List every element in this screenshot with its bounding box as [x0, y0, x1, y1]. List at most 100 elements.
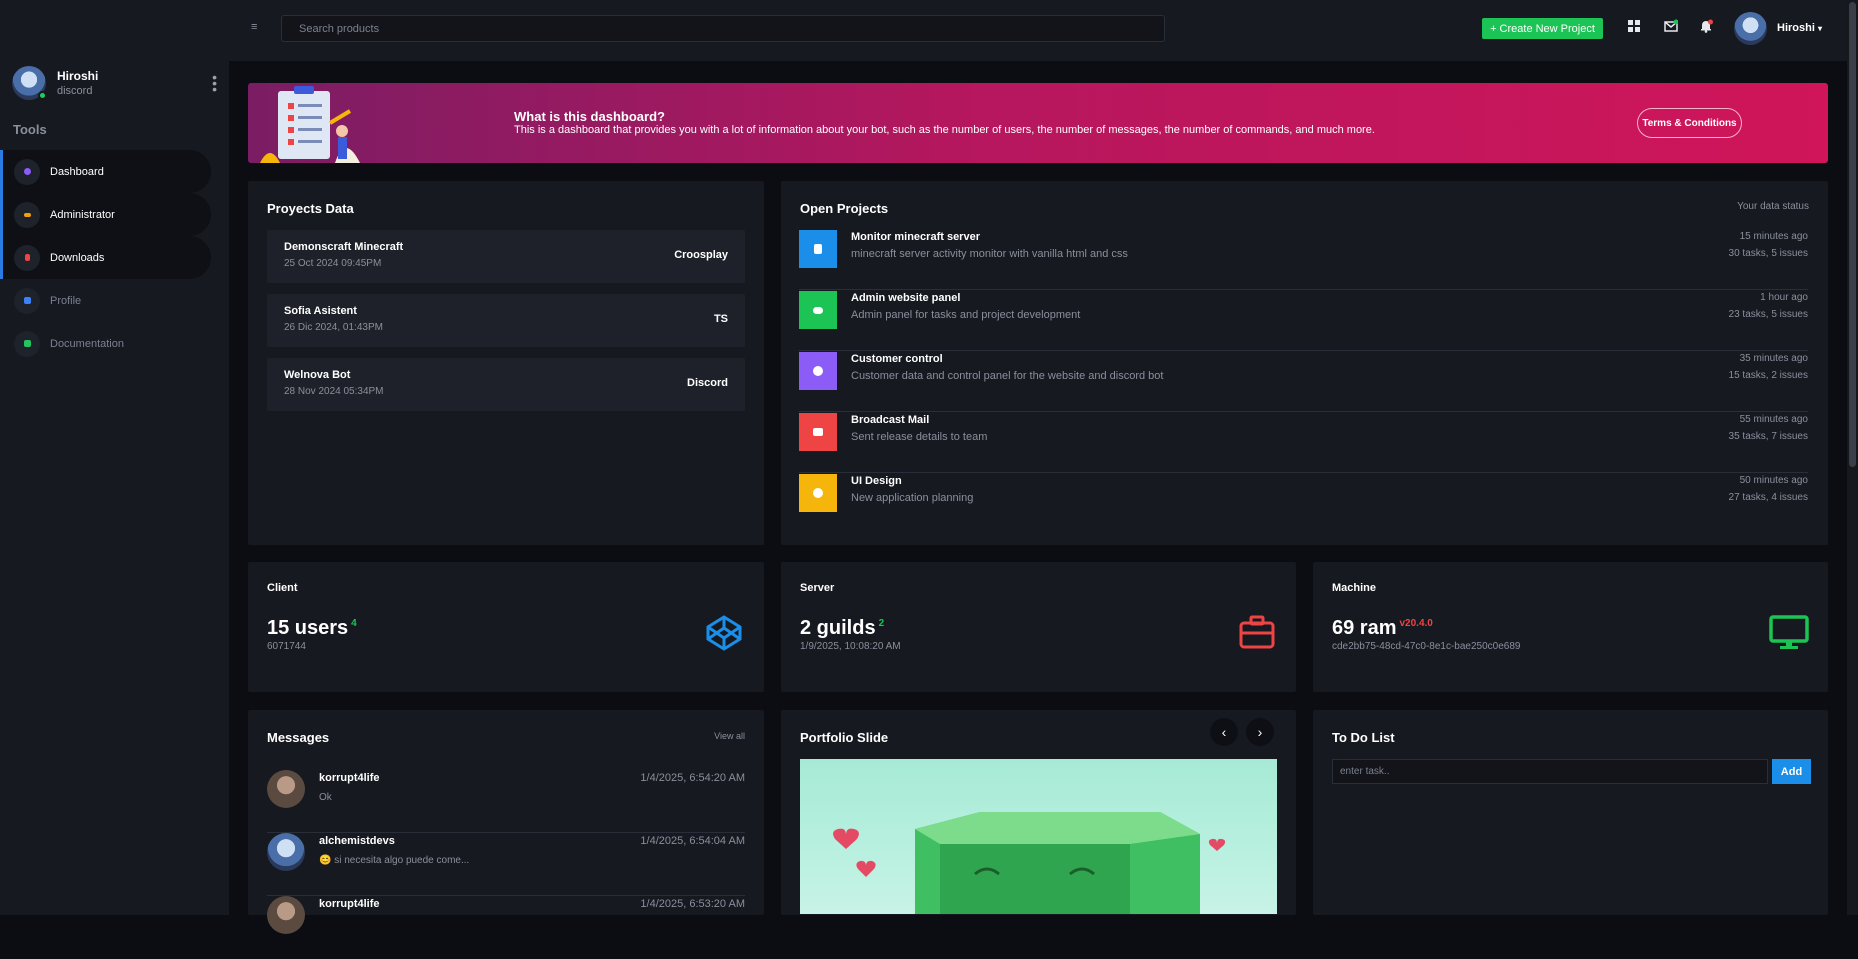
sidebar: Hiroshi discord • • • Tools Dashboard Admi… — [0, 0, 229, 915]
sidebar-item-label: Profile — [50, 294, 82, 307]
sidebar-user[interactable]: Hiroshi discord • • • — [12, 66, 217, 106]
project-time: 15 minutes ago — [1739, 231, 1808, 242]
sidebar-item-profile[interactable]: Profile — [0, 279, 211, 322]
card-title: Open Projects — [800, 201, 889, 216]
proyect-row[interactable]: Welnova Bot 28 Nov 2024 05:34PM Discord — [267, 358, 745, 411]
message-user: alchemistdevs — [319, 835, 395, 847]
top-user-menu[interactable]: Hiroshi ▾ — [1777, 22, 1822, 34]
card-title: Proyects Data — [267, 201, 354, 216]
project-row[interactable]: UI Design New application planning 50 mi… — [799, 474, 1808, 534]
message-user: korrupt4life — [319, 772, 380, 784]
slide-prev-button[interactable]: ‹ — [1210, 718, 1238, 746]
sidebar-item-label: Dashboard — [50, 165, 104, 178]
messages-card: Messages View all korrupt4life Ok 1/4/20… — [248, 710, 764, 934]
message-item[interactable]: korrupt4life Ok 1/4/2025, 6:54:20 AM — [267, 770, 745, 833]
envelope-icon — [799, 413, 837, 451]
proyect-name: Welnova Bot — [284, 369, 351, 381]
project-row[interactable]: Monitor minecraft server minecraft serve… — [799, 230, 1808, 290]
sidebar-item-label: Documentation — [50, 337, 124, 350]
sidebar-item-documentation[interactable]: Documentation — [0, 322, 211, 365]
project-name: Broadcast Mail — [851, 414, 930, 426]
sidebar-item-dashboard[interactable]: Dashboard — [0, 150, 211, 193]
proyect-name: Sofia Asistent — [284, 305, 357, 317]
sidebar-item-administrator[interactable]: Administrator — [0, 193, 211, 236]
open-projects-card: Open Projects Your data status Monitor m… — [781, 181, 1828, 545]
card-title: Server — [800, 582, 835, 594]
document-icon — [14, 330, 40, 357]
server-guilds: 2 guilds — [800, 617, 876, 639]
card-title: Messages — [267, 730, 330, 745]
stat-badge: v20.4.0 — [1399, 618, 1433, 630]
data-status-label: Your data status — [1737, 201, 1809, 212]
profile-icon — [14, 287, 40, 314]
project-tasks: 35 tasks, 7 issues — [1728, 431, 1808, 442]
client-card: Client 15 users 4 6071744 — [248, 562, 764, 692]
machine-ram: 69 ram — [1332, 617, 1397, 639]
project-row[interactable]: Customer control Customer data and contr… — [799, 352, 1808, 412]
project-tasks: 27 tasks, 4 issues — [1728, 492, 1808, 503]
proyect-name: Demonscraft Minecraft — [284, 241, 404, 253]
project-tasks: 30 tasks, 5 issues — [1728, 248, 1808, 259]
message-item[interactable]: alchemistdevs 😊 si necesita algo puede c… — [267, 833, 745, 896]
project-time: 55 minutes ago — [1739, 414, 1808, 425]
scrollbar-thumb[interactable] — [1849, 2, 1856, 467]
project-row[interactable]: Broadcast Mail Sent release details to t… — [799, 413, 1808, 473]
project-time: 50 minutes ago — [1739, 475, 1808, 486]
card-title: Portfolio Slide — [800, 730, 889, 745]
sidebar-section-title: Tools — [13, 122, 47, 137]
bell-icon[interactable] — [1699, 19, 1713, 33]
stat-badge: 4 — [351, 618, 357, 630]
todo-input[interactable] — [1332, 759, 1768, 784]
message-date: 1/4/2025, 6:53:20 AM — [640, 898, 745, 910]
clock-icon — [799, 352, 837, 390]
message-avatar — [267, 896, 305, 934]
grid-icon[interactable] — [1627, 19, 1641, 33]
slide-next-button[interactable]: › — [1246, 718, 1274, 746]
proyects-card: Proyects Data Demonscraft Minecraft 25 O… — [248, 181, 764, 545]
top-user-name: Hiroshi — [1777, 22, 1815, 34]
topbar: ≡ + Create New Project Hiroshi ▾ — [229, 0, 1847, 61]
stat-value: 2 guilds 2 — [800, 617, 884, 640]
proyect-date: 28 Nov 2024 05:34PM — [284, 386, 384, 397]
mail-icon[interactable] — [1664, 19, 1678, 33]
project-desc: Customer data and control panel for the … — [851, 370, 1164, 382]
message-avatar — [267, 833, 305, 871]
sidebar-item-downloads[interactable]: Downloads — [0, 236, 211, 279]
client-users: 15 users — [267, 617, 349, 639]
sidebar-nav: Dashboard Administrator Downloads Profil… — [0, 150, 229, 365]
top-avatar[interactable] — [1734, 12, 1767, 45]
info-banner: What is this dashboard? This is a dashbo… — [248, 83, 1828, 163]
sidebar-item-label: Administrator — [50, 208, 115, 221]
more-options-icon[interactable]: • • • — [212, 70, 217, 96]
download-icon — [14, 244, 40, 271]
clipboard-illustration — [260, 86, 360, 163]
project-tasks: 23 tasks, 5 issues — [1728, 309, 1808, 320]
project-name: Monitor minecraft server — [851, 231, 980, 243]
terms-button[interactable]: Terms & Conditions — [1637, 108, 1742, 138]
message-item[interactable]: korrupt4life 1/4/2025, 6:53:20 AM — [267, 896, 745, 959]
project-row[interactable]: Admin website panel Admin panel for task… — [799, 291, 1808, 351]
todo-add-button[interactable]: Add — [1772, 759, 1811, 784]
proyect-row[interactable]: Sofia Asistent 26 Dic 2024, 01:43PM TS — [267, 294, 745, 347]
monitor-icon — [1769, 615, 1809, 649]
proyect-row[interactable]: Demonscraft Minecraft 25 Oct 2024 09:45P… — [267, 230, 745, 283]
page-scrollbar[interactable] — [1847, 0, 1858, 915]
codepen-icon — [706, 615, 742, 651]
project-name: UI Design — [851, 475, 902, 487]
project-desc: Sent release details to team — [851, 431, 988, 443]
search-input[interactable] — [281, 15, 1165, 42]
proyect-tag: TS — [713, 313, 728, 325]
menu-toggle-icon[interactable]: ≡ — [251, 21, 257, 33]
view-all-link[interactable]: View all — [714, 731, 745, 741]
briefcase-icon — [1239, 615, 1275, 649]
card-title: To Do List — [1332, 730, 1395, 745]
stat-value: 69 ram v20.4.0 — [1332, 617, 1433, 640]
message-date: 1/4/2025, 6:54:20 AM — [640, 772, 745, 784]
create-project-button[interactable]: + Create New Project — [1482, 18, 1603, 39]
project-desc: New application planning — [851, 492, 974, 504]
message-text: 😊 si necesita algo puede come... — [319, 855, 470, 866]
todo-card: To Do List Add — [1313, 710, 1828, 915]
stat-sub: 1/9/2025, 10:08:20 AM — [800, 641, 901, 652]
banner-description: This is a dashboard that provides you wi… — [514, 124, 1375, 136]
server-card: Server 2 guilds 2 1/9/2025, 10:08:20 AM — [781, 562, 1296, 692]
